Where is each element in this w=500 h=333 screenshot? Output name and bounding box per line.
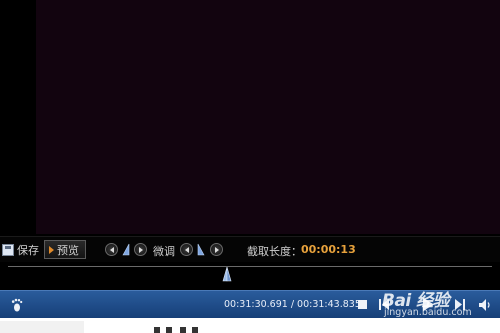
time-display: 00:31:30.691 / 00:31:43.835 xyxy=(224,299,361,310)
next-button[interactable] xyxy=(455,299,465,310)
clip-length-label: 截取长度： xyxy=(247,245,302,258)
step-back-icon xyxy=(109,246,114,253)
start-marker-icon xyxy=(122,243,130,256)
start-step-forward-button[interactable] xyxy=(134,243,147,256)
save-button[interactable]: 保存 xyxy=(2,241,42,259)
footprint-icon[interactable] xyxy=(10,298,24,312)
clip-toolbar: 保存 预览 微调 截取长度： 00:00:13 xyxy=(0,236,500,262)
timeline-track[interactable] xyxy=(8,266,492,267)
start-step-back-button[interactable] xyxy=(105,243,118,256)
preview-label: 预览 xyxy=(57,243,79,257)
step-forward-icon xyxy=(138,246,143,253)
floppy-disk-icon xyxy=(2,244,14,256)
clip-length-value: 00:00:13 xyxy=(301,243,356,256)
stop-button[interactable] xyxy=(358,300,367,309)
timeline[interactable] xyxy=(0,262,500,290)
step-forward-icon xyxy=(214,246,219,253)
video-frame[interactable] xyxy=(36,0,500,234)
volume-icon[interactable] xyxy=(479,299,491,311)
page-bottom-strip xyxy=(0,318,500,333)
fine-tune-label: 微调 xyxy=(153,245,175,258)
preview-button[interactable]: 预览 xyxy=(44,240,86,259)
video-area[interactable] xyxy=(0,0,500,236)
page-bottom-block xyxy=(0,321,84,333)
end-marker-icon xyxy=(197,243,205,256)
cropped-text-fragment xyxy=(154,327,198,333)
playhead-marker-icon[interactable] xyxy=(220,267,234,282)
end-step-forward-button[interactable] xyxy=(210,243,223,256)
play-button[interactable] xyxy=(422,298,434,311)
player-control-bar: 00:31:30.691 / 00:31:43.835 xyxy=(0,290,500,318)
play-triangle-icon xyxy=(49,245,54,254)
end-step-back-button[interactable] xyxy=(180,243,193,256)
step-back-icon xyxy=(184,246,189,253)
save-label: 保存 xyxy=(17,244,39,257)
previous-button[interactable] xyxy=(379,299,389,310)
